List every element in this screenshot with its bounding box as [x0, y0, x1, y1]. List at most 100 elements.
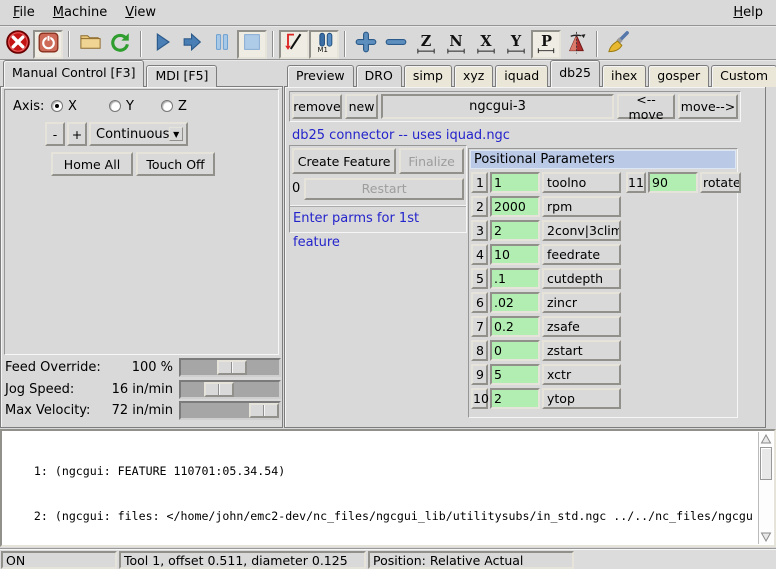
- view-p-button[interactable]: P: [531, 30, 561, 59]
- param-entry-rpm[interactable]: [490, 196, 540, 217]
- jog-mode-select[interactable]: Continuous ▼: [89, 122, 188, 146]
- terminal-scrollbar[interactable]: [758, 432, 773, 544]
- menu-help[interactable]: Help: [724, 2, 772, 23]
- skip-lines-button[interactable]: [279, 30, 309, 59]
- param-entry-feedrate[interactable]: [490, 244, 540, 265]
- tab-preview[interactable]: Preview: [287, 65, 354, 87]
- param-name: zincr: [542, 292, 621, 313]
- finalize-button[interactable]: Finalize: [399, 148, 464, 174]
- home-all-button[interactable]: Home All: [51, 152, 133, 176]
- tab-dro[interactable]: DRO: [356, 65, 402, 87]
- estop-button[interactable]: [3, 30, 33, 59]
- param-entry-rotate[interactable]: [648, 172, 698, 193]
- menu-file[interactable]: File: [4, 2, 44, 23]
- skip-lines-icon: [282, 30, 306, 58]
- open-file-button[interactable]: [75, 30, 105, 59]
- subroutine-description: db25 connector -- uses iquad.ngc: [292, 128, 510, 143]
- zoom-out-button[interactable]: [381, 30, 411, 59]
- param-entry-ytop[interactable]: [490, 388, 540, 409]
- axis-z-radio[interactable]: Z: [161, 99, 187, 114]
- rotate-view-button[interactable]: [561, 30, 591, 59]
- menu-machine[interactable]: Machine: [44, 2, 116, 23]
- max-velocity-slider-handle[interactable]: [249, 403, 279, 418]
- tab-mdi[interactable]: MDI [F5]: [146, 65, 217, 87]
- tab-iquad[interactable]: iquad: [495, 65, 548, 87]
- param-name: zsafe: [542, 316, 621, 337]
- param-entry-xctr[interactable]: [490, 364, 540, 385]
- view-y-button[interactable]: Y: [501, 30, 531, 59]
- power-icon: [37, 31, 60, 58]
- jog-speed-slider-handle[interactable]: [204, 382, 234, 397]
- move-left-button[interactable]: <--move: [617, 94, 675, 119]
- param-number: 4: [471, 244, 488, 265]
- toolbar-separator: [272, 31, 274, 57]
- param-number: 11: [626, 172, 646, 193]
- svg-text:X: X: [480, 32, 492, 49]
- param-entry-zsafe[interactable]: [490, 316, 540, 337]
- tab-custom[interactable]: Custom: [711, 65, 776, 87]
- clear-plot-icon: [606, 30, 631, 59]
- parameters-header: Positional Parameters: [470, 150, 736, 169]
- ngcgui-controls: remove new ngcgui-3 <--move move-->: [289, 91, 741, 122]
- touch-off-button[interactable]: Touch Off: [136, 152, 215, 176]
- parameters-column-2: 11 rotate: [625, 171, 741, 412]
- axis-x-radio[interactable]: X: [51, 99, 77, 114]
- manual-control-frame: Axis: X Y Z: [4, 89, 279, 355]
- tab-gosper[interactable]: gosper: [648, 65, 709, 87]
- feed-override-slider-handle[interactable]: [217, 360, 247, 375]
- gcode-listing[interactable]: 1: (ngcgui: FEATURE 110701:05.34.54) 2: …: [0, 429, 776, 547]
- feed-override-slider[interactable]: [179, 358, 281, 377]
- view-x-button[interactable]: X: [471, 30, 501, 59]
- param-entry-conv-climb[interactable]: [490, 220, 540, 241]
- reload-button[interactable]: [105, 30, 135, 59]
- terminal-scrollbar-thumb[interactable]: [760, 447, 772, 480]
- max-velocity-slider[interactable]: [179, 401, 281, 420]
- step-button[interactable]: [177, 30, 207, 59]
- param-entry-zstart[interactable]: [490, 340, 540, 361]
- tab-db25[interactable]: db25: [550, 60, 600, 87]
- param-entry-zincr[interactable]: [490, 292, 540, 313]
- param-number: 10: [471, 388, 488, 409]
- zoom-in-button[interactable]: [351, 30, 381, 59]
- scroll-up-icon[interactable]: [760, 433, 772, 445]
- param-number: 9: [471, 364, 488, 385]
- remove-button[interactable]: remove: [292, 94, 342, 119]
- run-button[interactable]: [147, 30, 177, 59]
- jog-plus-button[interactable]: +: [67, 122, 87, 146]
- param-name: rotate: [700, 172, 741, 193]
- jog-speed-slider[interactable]: [179, 380, 281, 399]
- tab-ihex[interactable]: ihex: [602, 65, 646, 87]
- param-row: 8 zstart: [471, 340, 621, 361]
- axis-y-radio[interactable]: Y: [109, 99, 134, 114]
- right-tab-bar: Preview DRO simp xyz iquad db25 ihex gos…: [284, 61, 776, 87]
- move-right-button[interactable]: move-->: [678, 94, 738, 119]
- pause-button[interactable]: [207, 30, 237, 59]
- menu-view[interactable]: View: [116, 2, 165, 23]
- new-button[interactable]: new: [345, 94, 378, 119]
- stop-button[interactable]: [237, 30, 267, 59]
- view-z-button[interactable]: Z: [411, 30, 441, 59]
- param-entry-toolno[interactable]: [490, 172, 540, 193]
- tab-manual-control[interactable]: Manual Control [F3]: [3, 60, 144, 87]
- param-row: 10 ytop: [471, 388, 621, 409]
- param-name: cutdepth: [542, 268, 621, 289]
- optional-stop-button[interactable]: M1: [309, 30, 339, 59]
- param-number: 1: [471, 172, 488, 193]
- create-feature-button[interactable]: Create Feature: [292, 148, 396, 174]
- param-row: 7 zsafe: [471, 316, 621, 337]
- tab-xyz[interactable]: xyz: [454, 65, 493, 87]
- ngcgui-instance-name: ngcgui-3: [381, 94, 614, 119]
- restart-button[interactable]: Restart: [304, 178, 464, 200]
- jog-minus-button[interactable]: -: [45, 122, 65, 146]
- scroll-down-icon[interactable]: [760, 531, 772, 543]
- tab-simp[interactable]: simp: [404, 65, 452, 87]
- param-name: xctr: [542, 364, 621, 385]
- left-tab-bar: Manual Control [F3] MDI [F5]: [0, 61, 284, 87]
- param-entry-cutdepth[interactable]: [490, 268, 540, 289]
- optional-stop-icon: M1: [312, 30, 336, 58]
- param-row: 4 feedrate: [471, 244, 621, 265]
- view-z2-button[interactable]: N: [441, 30, 471, 59]
- power-button[interactable]: [33, 30, 63, 59]
- clear-plot-button[interactable]: [603, 30, 633, 59]
- jog-speed-row: Jog Speed: 16 in/min: [1, 380, 285, 400]
